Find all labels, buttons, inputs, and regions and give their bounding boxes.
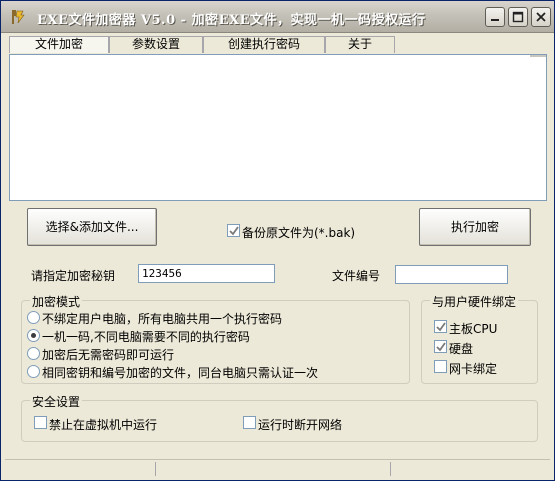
key-input[interactable]: 123456 [138,264,275,283]
mode-label-shared: 不绑定用户电脑，所有电脑共用一个执行密码 [42,312,283,326]
tab-settings[interactable]: 参数设置 [109,36,203,53]
hardware-bind-title: 与用户硬件绑定 [430,293,519,310]
encrypt-mode-title: 加密模式 [30,293,83,310]
disconnect-network-label: 运行时断开网络 [258,418,343,432]
list-scrollbar[interactable] [530,55,546,57]
bind-disk-checkbox[interactable] [434,340,447,353]
no-vm-checkbox[interactable] [34,416,47,429]
mode-radio-per-machine[interactable] [27,329,40,342]
no-vm-label: 禁止在虚拟机中运行 [49,418,158,432]
tab-file-encrypt[interactable]: 文件加密 [9,36,109,53]
mode-label-once: 相同密钥和编号加密的文件，同台电脑只需认证一次 [42,366,319,380]
mode-label-per-machine: 一机一码,不同电脑需要不同的执行密码 [42,330,250,344]
maximize-button[interactable] [508,7,528,27]
key-label: 请指定加密秘钥 [31,269,116,283]
checkmark-icon [436,342,446,352]
tab-about[interactable]: 关于 [325,36,395,53]
tab-bar: 文件加密 参数设置 创建执行密码 关于 [5,36,550,53]
bind-nic-label: 网卡绑定 [449,362,498,376]
security-title: 安全设置 [30,393,83,410]
radio-selected-icon [31,333,36,338]
tab-create-password[interactable]: 创建执行密码 [203,36,325,53]
minimize-button[interactable] [485,7,505,27]
mode-radio-once[interactable] [27,365,40,378]
close-button[interactable] [531,7,551,27]
file-list[interactable] [9,54,547,201]
bind-cpu-checkbox[interactable] [434,320,447,333]
close-icon [536,12,546,22]
disconnect-network-checkbox[interactable] [243,416,256,429]
backup-label: 备份原文件为(*.bak) [242,226,356,240]
bind-disk-label: 硬盘 [449,342,474,356]
backup-checkbox[interactable] [227,224,240,237]
add-file-button[interactable]: 选择&添加文件... [27,208,157,246]
bind-cpu-label: 主板CPU [449,322,498,336]
file-number-input[interactable] [395,265,508,284]
maximize-icon [512,11,524,23]
status-separator [155,462,156,476]
checkmark-icon [436,322,446,332]
mode-radio-no-password[interactable] [27,347,40,360]
status-bar [5,459,550,476]
mode-radio-shared[interactable] [27,311,40,324]
checkmark-icon [229,226,239,236]
minimize-icon [491,19,499,21]
title-bar[interactable]: EXE文件加密器 V5.0 - 加密EXE文件，实现一机一码授权运行 [1,1,554,33]
window-title: EXE文件加密器 V5.0 - 加密EXE文件，实现一机一码授权运行 [37,13,426,28]
bind-nic-checkbox[interactable] [434,360,447,373]
mode-label-no-password: 加密后无需密码即可运行 [42,348,175,362]
app-window: EXE文件加密器 V5.0 - 加密EXE文件，实现一机一码授权运行 文件加密 … [0,0,555,481]
status-separator [390,462,391,476]
encrypt-button[interactable]: 执行加密 [419,208,531,246]
app-icon [9,8,27,26]
file-number-label: 文件编号 [332,269,381,283]
